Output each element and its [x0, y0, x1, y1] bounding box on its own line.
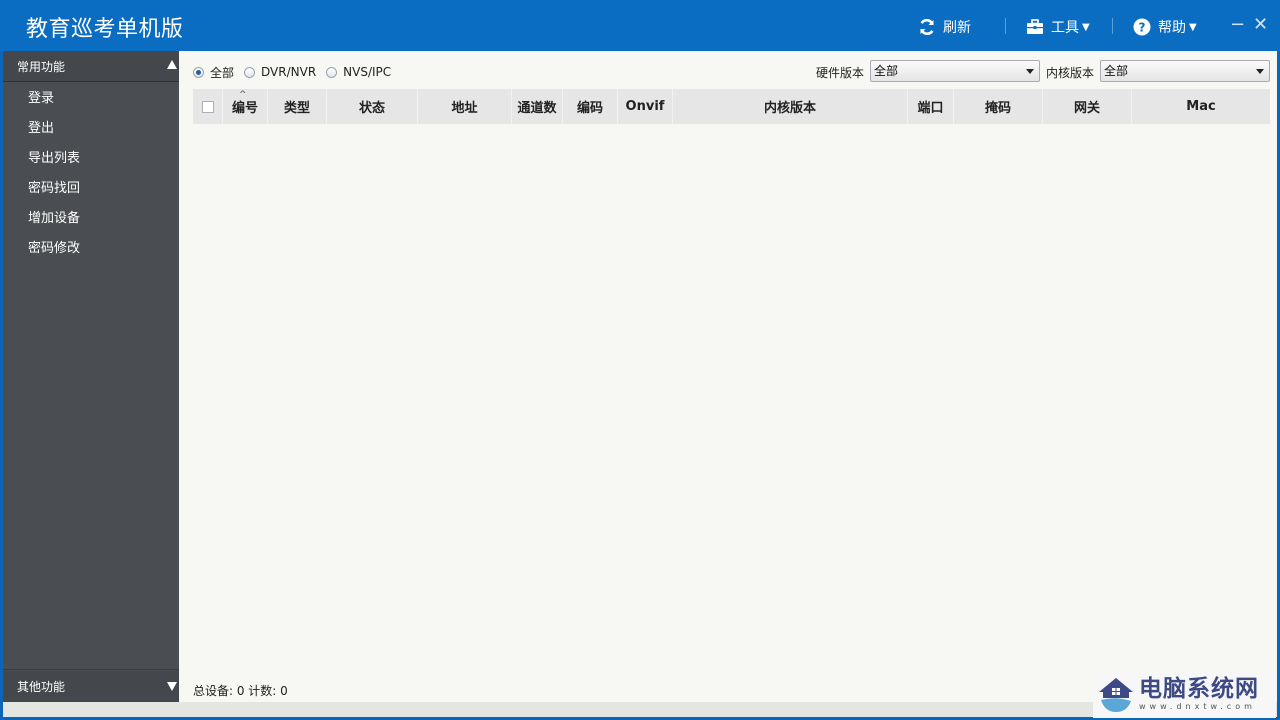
column-label: 类型	[283, 101, 310, 116]
column-label: 掩码	[984, 101, 1011, 116]
toolbar-divider	[1112, 18, 1113, 34]
radio-dvr-nvr[interactable]: DVR/NVR	[244, 65, 316, 79]
refresh-label: 刷新	[943, 20, 971, 36]
radio-all-label: 全部	[210, 65, 235, 80]
hardware-version-select[interactable]: 全部	[870, 60, 1040, 82]
chevron-down-icon: ▼	[1082, 21, 1090, 33]
hardware-version-value: 全部	[874, 64, 899, 78]
radio-nvs-ipc[interactable]: NVS/IPC	[326, 65, 391, 79]
kernel-version-label: 内核版本	[1046, 66, 1095, 80]
sidebar-divider	[3, 669, 179, 670]
column-header-kernel-version[interactable]: 内核版本	[673, 89, 908, 124]
dropdown-arrow-icon	[1026, 69, 1034, 74]
sidebar: 常用功能 登录 登出 导出列表 密码找回 增加设备 密码修改 其他功能	[3, 51, 179, 702]
refresh-icon	[918, 18, 936, 36]
radio-all[interactable]: 全部	[193, 64, 234, 81]
sidebar-section-other-label: 其他功能	[17, 680, 66, 694]
close-button[interactable]: ✕	[1253, 14, 1268, 36]
minimize-button[interactable]: −	[1230, 14, 1245, 36]
column-header-address[interactable]: 地址	[418, 89, 512, 124]
house-logo-icon	[1099, 678, 1133, 712]
kernel-version-select[interactable]: 全部	[1100, 60, 1270, 82]
sidebar-item-add-device[interactable]: 增加设备	[28, 209, 80, 229]
radio-indicator	[193, 66, 204, 78]
column-header-channels[interactable]: 通道数	[512, 89, 563, 124]
column-header-mask[interactable]: 掩码	[954, 89, 1043, 124]
hardware-version-label: 硬件版本	[816, 66, 865, 80]
column-label: 通道数	[517, 101, 557, 116]
collapse-arrow-icon	[167, 60, 177, 69]
sidebar-item-change-password[interactable]: 密码修改	[28, 239, 80, 259]
column-label: Onvif	[625, 99, 665, 114]
title-bar: 教育巡考单机版 刷新 工具 ▼ ? 帮助 ▼ − ✕	[0, 0, 1280, 51]
column-header-type[interactable]: 类型	[268, 89, 327, 124]
column-header-encoding[interactable]: 编码	[563, 89, 618, 124]
select-all-checkbox[interactable]	[201, 100, 214, 113]
select-all-cell	[193, 89, 223, 124]
column-header-gateway[interactable]: 网关	[1043, 89, 1132, 124]
sidebar-item-login[interactable]: 登录	[28, 89, 54, 109]
watermark-url: www.dnxtw.com	[1139, 702, 1256, 711]
tools-menu-button[interactable]: 工具 ▼	[1026, 16, 1090, 38]
column-header-onvif[interactable]: Onvif	[618, 89, 673, 124]
column-label: 内核版本	[763, 101, 816, 116]
column-label: 地址	[451, 101, 478, 116]
app-title: 教育巡考单机版	[26, 17, 184, 42]
tools-label: 工具	[1051, 20, 1079, 36]
kernel-version-value: 全部	[1104, 64, 1129, 78]
watermark: 电脑系统网 www.dnxtw.com	[1093, 670, 1276, 718]
column-header-port[interactable]: 端口	[908, 89, 954, 124]
svg-text:?: ?	[1139, 21, 1146, 35]
column-label: 端口	[917, 101, 944, 116]
app-window: 教育巡考单机版 刷新 工具 ▼ ? 帮助 ▼ − ✕ 常用功能 登录 登出 导出…	[0, 0, 1280, 720]
sidebar-item-password-recovery[interactable]: 密码找回	[28, 179, 80, 199]
sidebar-item-export-list[interactable]: 导出列表	[28, 149, 80, 169]
column-header-id[interactable]: ^ 编号	[223, 89, 268, 124]
sort-indicator-icon: ^	[239, 90, 247, 100]
radio-dvr-nvr-label: DVR/NVR	[261, 65, 317, 79]
help-label: 帮助	[1158, 20, 1186, 36]
column-label: 状态	[358, 101, 385, 116]
main-content: 全部 DVR/NVR NVS/IPC 硬件版本 全部 内核版本 全部 ^ 编号 …	[179, 51, 1277, 702]
help-icon: ?	[1133, 18, 1151, 36]
column-label: Mac	[1186, 99, 1216, 114]
sidebar-section-common-label: 常用功能	[17, 59, 66, 74]
column-header-mac[interactable]: Mac	[1132, 89, 1270, 124]
device-type-filter: 全部 DVR/NVR NVS/IPC	[193, 63, 401, 81]
watermark-title: 电脑系统网	[1139, 675, 1259, 702]
help-menu-button[interactable]: ? 帮助 ▼	[1133, 16, 1197, 38]
radio-nvs-ipc-label: NVS/IPC	[343, 65, 392, 79]
sidebar-item-logout[interactable]: 登出	[28, 119, 54, 139]
refresh-button[interactable]: 刷新	[918, 16, 971, 38]
radio-indicator	[326, 66, 338, 78]
dropdown-arrow-icon	[1256, 69, 1264, 74]
column-label: 网关	[1073, 101, 1100, 116]
toolbar-divider	[1005, 18, 1006, 34]
toolbox-icon	[1026, 18, 1044, 36]
status-summary: 总设备: 0 计数: 0	[193, 684, 288, 698]
column-header-status[interactable]: 状态	[327, 89, 418, 124]
radio-indicator	[244, 66, 256, 78]
sidebar-section-other[interactable]: 其他功能	[3, 671, 179, 702]
expand-arrow-icon	[167, 682, 177, 691]
device-table-header: ^ 编号 类型 状态 地址 通道数 编码 Onvif 内核版本 端口 掩码 网关…	[193, 89, 1270, 124]
sidebar-section-common[interactable]: 常用功能	[3, 51, 179, 82]
column-label: 编码	[576, 101, 603, 116]
chevron-down-icon: ▼	[1189, 21, 1197, 33]
bottom-status-strip	[3, 702, 1277, 717]
